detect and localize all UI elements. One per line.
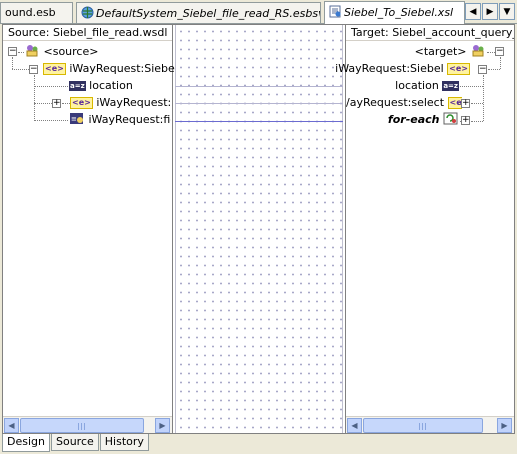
- target-root-label: <target>: [414, 45, 467, 58]
- source-hscrollbar[interactable]: ◀ ▶: [3, 416, 172, 433]
- source-element-label: iWayRequest:Siebel: [69, 62, 178, 75]
- source-element-toggle[interactable]: −: [29, 65, 38, 74]
- xsl-mapper-editor: Source: Siebel_file_read.wsdl − <source>…: [2, 24, 515, 434]
- scroll-right-button[interactable]: ▶: [155, 418, 170, 433]
- scroll-right-button[interactable]: ▶: [497, 418, 512, 433]
- element-icon: <e>: [447, 63, 470, 75]
- source-location-node[interactable]: a=z location: [69, 78, 133, 94]
- source-select-label: iWayRequest:sele: [96, 96, 171, 109]
- source-header: Source: Siebel_file_read.wsdl: [3, 25, 172, 41]
- mapping-line-select[interactable]: [175, 103, 343, 104]
- source-root-label: <source>: [43, 45, 99, 58]
- source-root-toggle[interactable]: −: [8, 47, 17, 56]
- arrow-down-icon: ▼: [503, 6, 511, 17]
- element-icon: <e>: [70, 97, 93, 109]
- target-element-label: iWayRequest:Siebel: [335, 62, 444, 75]
- target-select-node[interactable]: /ayRequest:select <e>: [346, 95, 462, 111]
- arrow-left-icon: ◀: [469, 6, 477, 17]
- target-location-node[interactable]: location a=z: [395, 78, 459, 94]
- tab-scroll-left-button[interactable]: ◀: [465, 3, 481, 20]
- target-for-each-toggle[interactable]: +: [461, 116, 470, 125]
- target-header: Target: Siebel_account_query_inv: [346, 25, 514, 41]
- tab-source[interactable]: Source: [50, 434, 99, 451]
- repeating-element-icon: ≡: [70, 113, 83, 124]
- target-location-label: location: [395, 79, 439, 92]
- tab-esb-label: ound.esb: [5, 6, 56, 19]
- tab-history[interactable]: History: [99, 434, 149, 451]
- tab-list-button[interactable]: ▼: [499, 3, 515, 20]
- xsl-file-icon: [329, 5, 341, 18]
- target-for-each-node[interactable]: for-each: [388, 112, 459, 128]
- schema-root-icon: [472, 45, 484, 57]
- scroll-thumb[interactable]: [20, 418, 144, 433]
- tab-nav-buttons: ◀ ▶ ▼: [465, 3, 515, 20]
- target-for-each-label: for-each: [387, 113, 440, 126]
- editor-tab-bar: ound.esb DefaultSystem_Siebel_file_read_…: [0, 0, 517, 24]
- arrow-right-icon: ▶: [486, 6, 494, 17]
- source-root-node[interactable]: <source>: [24, 44, 98, 60]
- source-field-label: iWayRequest:fiel: [88, 113, 172, 126]
- tab-scroll-right-button[interactable]: ▶: [482, 3, 498, 20]
- arrow-right-icon: ▶: [159, 421, 166, 430]
- source-field-node[interactable]: ≡ iWayRequest:fiel: [69, 112, 171, 128]
- target-element-toggle[interactable]: −: [478, 65, 487, 74]
- arrow-right-icon: ▶: [501, 421, 508, 430]
- tab-esbsvc-label: DefaultSystem_Siebel_file_read_RS.esbsvc: [96, 7, 321, 20]
- arrow-left-icon: ◀: [351, 421, 358, 430]
- svg-text:≡: ≡: [71, 115, 77, 123]
- target-root-node[interactable]: <target>: [415, 44, 486, 60]
- target-hscrollbar[interactable]: ◀ ▶: [346, 416, 514, 433]
- scroll-left-button[interactable]: ◀: [347, 418, 362, 433]
- editor-view-tabs: Design Source History: [2, 434, 150, 452]
- source-location-label: location: [89, 79, 133, 92]
- mapping-canvas[interactable]: [175, 25, 343, 433]
- attribute-icon: a=z: [69, 81, 86, 91]
- target-root-toggle[interactable]: −: [495, 47, 504, 56]
- for-each-icon: [443, 112, 458, 125]
- tab-esb[interactable]: ound.esb: [0, 2, 73, 23]
- schema-root-icon: [26, 45, 38, 57]
- target-element-node[interactable]: iWayRequest:Siebel <e>: [335, 61, 470, 77]
- arrow-left-icon: ◀: [8, 421, 15, 430]
- mapping-line-location[interactable]: [175, 86, 343, 87]
- target-select-toggle[interactable]: +: [461, 99, 470, 108]
- scroll-thumb[interactable]: [363, 418, 483, 433]
- tab-xsl[interactable]: Siebel_To_Siebel.xsl: [324, 1, 465, 24]
- globe-icon: [81, 6, 94, 19]
- attribute-icon: a=z: [442, 81, 459, 91]
- tab-xsl-label: Siebel_To_Siebel.xsl: [344, 6, 454, 19]
- target-select-label: /ayRequest:select: [346, 96, 445, 109]
- element-icon: <e>: [43, 63, 66, 75]
- source-select-node[interactable]: <e> iWayRequest:sele: [70, 95, 171, 111]
- tab-esbsvc[interactable]: DefaultSystem_Siebel_file_read_RS.esbsvc: [76, 2, 321, 23]
- tab-design[interactable]: Design: [2, 434, 50, 452]
- source-element-node[interactable]: <e> iWayRequest:Siebel: [43, 61, 178, 77]
- source-pane: Source: Siebel_file_read.wsdl − <source>…: [3, 25, 178, 433]
- scroll-left-button[interactable]: ◀: [4, 418, 19, 433]
- target-pane: Target: Siebel_account_query_inv <target…: [335, 25, 514, 433]
- source-select-toggle[interactable]: +: [52, 99, 61, 108]
- mapping-line-for-each[interactable]: [175, 121, 343, 122]
